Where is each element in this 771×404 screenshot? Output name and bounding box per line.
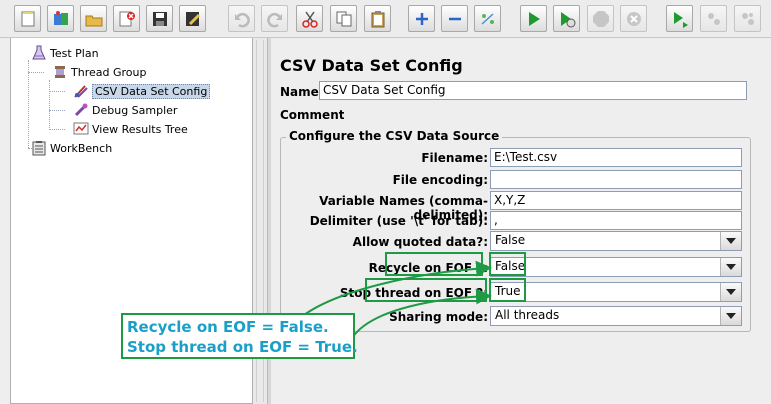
tree-item-debug-sampler[interactable]: Debug Sampler bbox=[73, 101, 177, 119]
select-value: False bbox=[495, 233, 526, 247]
stop-label-highlight bbox=[365, 278, 487, 302]
panel-title: CSV Data Set Config bbox=[280, 56, 463, 75]
remote-shutdown-icon bbox=[741, 12, 754, 25]
annotation-line-1: Recycle on EOF = False. bbox=[127, 318, 329, 336]
chevron-down-icon[interactable] bbox=[720, 283, 741, 301]
encoding-label: File encoding: bbox=[392, 173, 488, 187]
name-field[interactable]: CSV Data Set Config bbox=[319, 81, 747, 100]
annotation-line-2: Stop thread on EOF = True. bbox=[127, 338, 358, 356]
expand-all-button[interactable] bbox=[408, 5, 435, 32]
select-value: All threads bbox=[495, 308, 560, 322]
encoding-field[interactable] bbox=[490, 170, 742, 189]
sharing-mode-label: Sharing mode: bbox=[389, 310, 488, 324]
comments-field[interactable] bbox=[344, 108, 748, 124]
chevron-down-icon[interactable] bbox=[720, 232, 741, 250]
save-icon bbox=[152, 11, 167, 26]
save-button[interactable] bbox=[146, 5, 173, 32]
tree-item-label: WorkBench bbox=[50, 141, 113, 155]
filename-field[interactable]: E:\Test.csv bbox=[490, 148, 742, 167]
shutdown-button[interactable] bbox=[620, 5, 647, 32]
start-no-pauses-button[interactable] bbox=[553, 5, 580, 32]
undo-icon bbox=[234, 12, 250, 27]
chevron-down-icon[interactable] bbox=[720, 307, 741, 325]
play-no-timers-icon bbox=[560, 11, 575, 27]
stop-octagon-icon bbox=[592, 10, 609, 27]
beaker-icon bbox=[31, 45, 47, 61]
tree-item-label: CSV Data Set Config bbox=[92, 83, 211, 99]
new-file-icon bbox=[21, 11, 34, 26]
annotation-callout: Recycle on EOF = False. Stop thread on E… bbox=[121, 313, 358, 359]
results-tree-icon bbox=[73, 121, 89, 137]
open-button[interactable] bbox=[80, 5, 107, 32]
tree-item-workbench[interactable]: WorkBench bbox=[31, 139, 112, 157]
filename-label: Filename: bbox=[421, 151, 488, 165]
tree-item-label: Test Plan bbox=[50, 46, 99, 60]
collapse-all-button[interactable] bbox=[441, 5, 468, 32]
shutdown-x-icon bbox=[626, 11, 641, 26]
play-icon bbox=[528, 11, 540, 26]
scissors-icon bbox=[301, 11, 318, 28]
sharing-mode-select[interactable]: All threads bbox=[490, 306, 742, 326]
paste-clipboard-icon bbox=[371, 10, 384, 27]
clipboard-icon bbox=[31, 140, 47, 156]
plus-icon bbox=[415, 12, 428, 25]
stop-thread-eof-select[interactable]: True bbox=[490, 282, 742, 302]
recycle-eof-select[interactable]: False bbox=[490, 257, 742, 277]
variable-names-field[interactable]: X,Y,Z bbox=[490, 191, 742, 210]
remote-stop-icon bbox=[707, 12, 720, 25]
stop-value-highlight bbox=[489, 278, 526, 302]
minus-icon bbox=[448, 17, 461, 20]
tree-item-label: View Results Tree bbox=[92, 122, 188, 136]
remote-shutdown-all-button[interactable] bbox=[734, 5, 761, 32]
stop-button[interactable] bbox=[587, 5, 614, 32]
copy-button[interactable] bbox=[330, 5, 357, 32]
close-file-icon bbox=[119, 11, 135, 26]
templates-button[interactable] bbox=[47, 5, 74, 32]
tree-item-label: Debug Sampler bbox=[92, 103, 178, 117]
quoted-data-select[interactable]: False bbox=[490, 231, 742, 251]
chevron-down-icon[interactable] bbox=[720, 258, 741, 276]
toggle-wand-icon bbox=[480, 12, 494, 25]
undo-button[interactable] bbox=[228, 5, 255, 32]
tree-item-thread-group[interactable]: Thread Group bbox=[52, 63, 146, 81]
open-folder-icon bbox=[85, 15, 102, 26]
tree-item-view-results-tree[interactable]: View Results Tree bbox=[73, 120, 188, 138]
remote-start-all-button[interactable] bbox=[666, 5, 693, 32]
delimiter-field[interactable]: , bbox=[490, 211, 742, 230]
new-button[interactable] bbox=[14, 5, 41, 32]
csv-config-icon bbox=[73, 83, 89, 99]
cut-button[interactable] bbox=[296, 5, 323, 32]
group-title: Configure the CSV Data Source bbox=[286, 129, 503, 143]
save-as-button[interactable] bbox=[179, 5, 206, 32]
redo-icon bbox=[266, 12, 282, 27]
paste-button[interactable] bbox=[364, 5, 391, 32]
toolbar bbox=[0, 0, 771, 38]
redo-button[interactable] bbox=[261, 5, 288, 32]
delimiter-label: Delimiter (use '\t' for tab): bbox=[309, 214, 488, 228]
close-button[interactable] bbox=[113, 5, 140, 32]
tree-item-label: Thread Group bbox=[71, 65, 147, 79]
remote-stop-all-button[interactable] bbox=[700, 5, 727, 32]
pipette-icon bbox=[73, 102, 89, 118]
templates-icon bbox=[53, 10, 68, 25]
tree-item-test-plan[interactable]: Test Plan bbox=[31, 44, 99, 62]
quoted-data-label: Allow quoted data?: bbox=[352, 235, 488, 249]
remote-play-icon bbox=[673, 11, 688, 28]
recycle-label-highlight bbox=[385, 252, 483, 276]
toggle-button[interactable] bbox=[474, 5, 501, 32]
copy-icon bbox=[336, 11, 351, 26]
spool-icon bbox=[52, 64, 68, 80]
edit-icon bbox=[185, 11, 200, 26]
name-label: Name: bbox=[280, 85, 324, 99]
tree-item-csv-data-set-config[interactable]: CSV Data Set Config bbox=[73, 82, 211, 100]
recycle-value-highlight bbox=[489, 252, 526, 276]
start-button[interactable] bbox=[520, 5, 547, 32]
